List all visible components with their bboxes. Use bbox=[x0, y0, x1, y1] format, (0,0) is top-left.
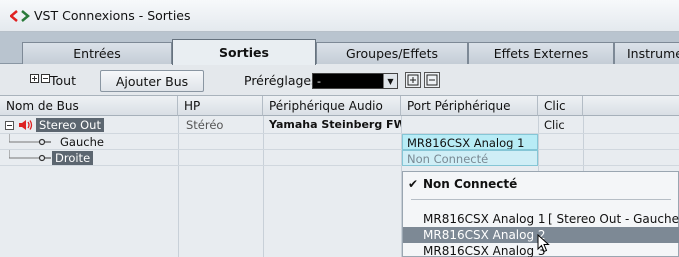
tab-sorties[interactable]: Sorties bbox=[172, 39, 316, 65]
audio-device-cell[interactable]: Yamaha Steinberg FW AS bbox=[265, 117, 401, 133]
toolbar: Tout Ajouter Bus Préréglages - ▼ bbox=[0, 64, 679, 96]
menu-separator bbox=[411, 199, 671, 200]
presets-label: Préréglages bbox=[244, 73, 318, 88]
tab-strip: Entrées Sorties Groupes/Effets Effets Ex… bbox=[0, 32, 679, 65]
menu-item-label: MR816CSX Analog 3 bbox=[423, 244, 546, 257]
tab-label: Sorties bbox=[219, 45, 269, 60]
clic-cell[interactable]: Clic bbox=[540, 117, 565, 133]
table-row[interactable]: Droite Non Connecté bbox=[0, 150, 679, 166]
expand-collapse-all-icon[interactable] bbox=[30, 74, 50, 86]
collapse-icon[interactable] bbox=[41, 74, 50, 83]
table-row[interactable]: Stereo Out Stéréo Yamaha Steinberg FW AS… bbox=[0, 117, 679, 133]
tree-branch-icon bbox=[9, 134, 51, 146]
column-header-clic[interactable]: Clic bbox=[538, 96, 583, 116]
expand-icon[interactable] bbox=[30, 74, 39, 83]
column-header-bus-name[interactable]: Nom de Bus bbox=[0, 96, 178, 116]
mouse-cursor-icon bbox=[537, 234, 550, 253]
device-port-cell[interactable]: Non Connecté bbox=[402, 150, 538, 166]
menu-item-label: MR816CSX Analog 1 bbox=[423, 212, 546, 226]
port-dropdown-menu: ✔ Non Connecté MR816CSX Analog 1 [ Stere… bbox=[402, 171, 679, 257]
tab-effets-externes[interactable]: Effets Externes bbox=[468, 42, 614, 64]
column-header-device-port[interactable]: Port Périphérique bbox=[401, 96, 538, 116]
tab-entrees[interactable]: Entrées bbox=[22, 42, 172, 64]
channel-name-cell[interactable]: Gauche bbox=[56, 134, 104, 150]
hp-cell[interactable]: Stéréo bbox=[182, 117, 223, 133]
column-header-empty bbox=[583, 96, 679, 116]
chevron-down-icon[interactable]: ▼ bbox=[383, 74, 397, 88]
tab-label: Effets Externes bbox=[493, 46, 589, 61]
speaker-icon bbox=[18, 119, 34, 134]
channel-name-cell[interactable]: Droite bbox=[52, 150, 94, 166]
all-label: Tout bbox=[50, 73, 76, 88]
channel-name: Droite bbox=[52, 151, 94, 165]
vst-connections-icon bbox=[8, 6, 32, 26]
tab-label: Groupes/Effets bbox=[345, 46, 439, 61]
presets-select[interactable]: - ▼ bbox=[312, 73, 398, 89]
tab-groupes-effets[interactable]: Groupes/Effets bbox=[316, 42, 468, 64]
menu-item-label: Non Connecté bbox=[423, 177, 518, 191]
tab-instruments[interactable]: Instrumen bbox=[614, 42, 679, 64]
collapse-tree-icon[interactable] bbox=[5, 121, 14, 130]
store-preset-icon[interactable] bbox=[405, 72, 421, 88]
bus-name-cell[interactable]: Stereo Out bbox=[36, 117, 104, 133]
tab-label: Entrées bbox=[73, 46, 121, 61]
checkmark-icon: ✔ bbox=[408, 177, 419, 191]
menu-item-not-connected[interactable]: ✔ Non Connecté bbox=[403, 176, 679, 192]
add-bus-button[interactable]: Ajouter Bus bbox=[100, 70, 204, 92]
window-title: VST Connexions - Sorties bbox=[34, 8, 191, 23]
menu-item-analog-1[interactable]: MR816CSX Analog 1 [ Stereo Out - Gauche … bbox=[403, 211, 679, 227]
presets-value: - bbox=[317, 75, 321, 88]
tab-label: Instrumen bbox=[627, 46, 679, 61]
title-bar: VST Connexions - Sorties bbox=[0, 0, 679, 32]
bus-name: Stereo Out bbox=[36, 118, 104, 132]
menu-item-note: [ Stereo Out - Gauche ] bbox=[548, 212, 679, 226]
column-header-hp[interactable]: HP bbox=[178, 96, 263, 116]
device-port-cell[interactable]: MR816CSX Analog 1 bbox=[402, 134, 538, 150]
remove-preset-icon[interactable] bbox=[424, 72, 440, 88]
column-header-audio-device[interactable]: Périphérique Audio bbox=[263, 96, 401, 116]
menu-item-label: MR816CSX Analog 2 bbox=[423, 228, 546, 242]
table-row[interactable]: Gauche MR816CSX Analog 1 bbox=[0, 134, 679, 150]
